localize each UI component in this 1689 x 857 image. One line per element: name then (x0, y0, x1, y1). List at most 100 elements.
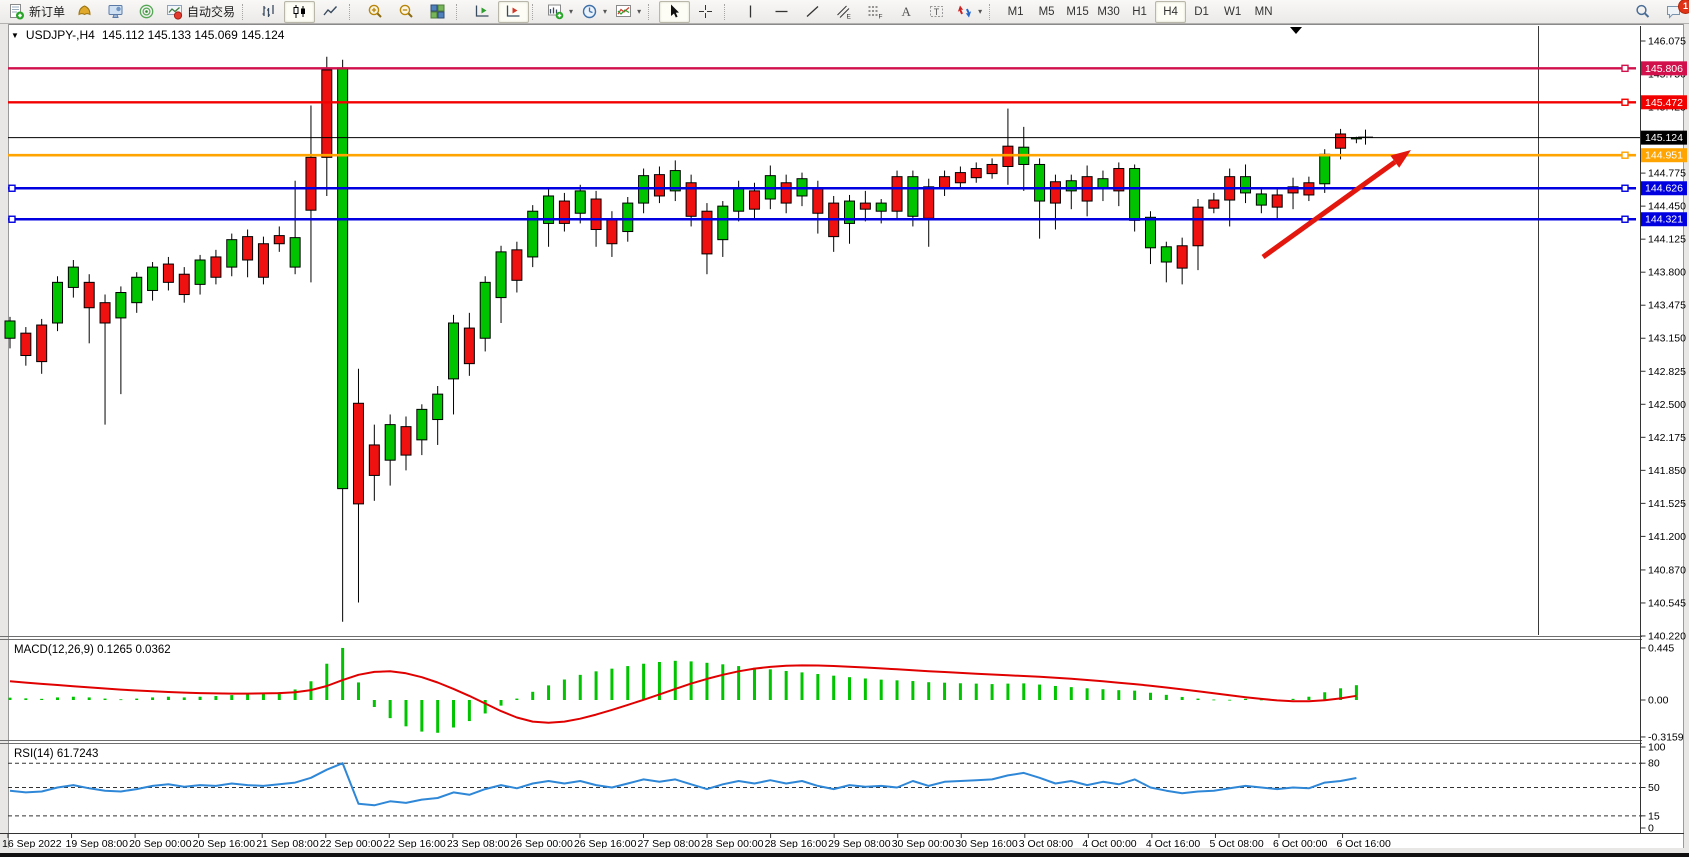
line-handle[interactable] (1622, 65, 1628, 71)
candle-body (195, 260, 205, 284)
equidistant-channel-button[interactable]: E (828, 1, 859, 23)
tester-icon (138, 3, 155, 20)
line-handle[interactable] (9, 216, 15, 222)
cursor-button[interactable] (659, 1, 690, 23)
macd-histogram-bar (436, 700, 439, 733)
chart-symbol-period: USDJPY-,H4 (26, 28, 95, 42)
timeframe-button-m30[interactable]: M30 (1093, 1, 1124, 23)
macd-histogram-bar (1149, 693, 1152, 700)
price-tag-label: 145.806 (1645, 63, 1683, 75)
tile-windows-button[interactable] (422, 1, 453, 23)
candle-body (1145, 217, 1155, 247)
quotes-button[interactable] (69, 1, 100, 23)
price-tick-label: 142.500 (1648, 399, 1686, 411)
chat-button[interactable]: 1 (1658, 1, 1689, 23)
profiles-button[interactable]: ▾ (577, 1, 611, 23)
candle-body (1272, 195, 1282, 207)
candle-body (496, 252, 506, 298)
new-order-button[interactable]: 新订单 (4, 1, 69, 23)
price-tick-label: 143.475 (1648, 300, 1686, 312)
macd-histogram-bar (405, 700, 408, 726)
chart-bars-icon (260, 3, 277, 20)
zoom-out-button[interactable] (391, 1, 422, 23)
macd-histogram-bar (1038, 685, 1041, 700)
candle-body (53, 282, 63, 323)
indicators-icon (615, 3, 632, 20)
macd-histogram-bar (9, 698, 12, 700)
timeframe-button-d1[interactable]: D1 (1186, 1, 1217, 23)
terminal-button[interactable] (100, 1, 131, 23)
text-label-icon: T (928, 3, 945, 20)
fibonacci-button[interactable]: F (859, 1, 890, 23)
macd-histogram-bar (911, 681, 914, 700)
arrows-button[interactable]: ▾ (952, 1, 986, 23)
search-button[interactable] (1627, 1, 1658, 23)
text-label-button[interactable]: T (921, 1, 952, 23)
chart-shift-button[interactable] (498, 1, 529, 23)
timeframe-button-h4[interactable]: H4 (1155, 1, 1186, 23)
timeframe-button-m5[interactable]: M5 (1031, 1, 1062, 23)
macd-histogram-bar (167, 697, 170, 700)
chevron-down-icon: ▾ (569, 7, 573, 16)
candle-body (100, 303, 110, 323)
candle-body (353, 403, 363, 504)
toolbar-separator (724, 4, 731, 20)
price-tick-label: 144.775 (1648, 168, 1686, 180)
zoom-in-button[interactable] (360, 1, 391, 23)
autotrading-button-label: 自动交易 (187, 3, 235, 20)
vertical-line-button[interactable] (735, 1, 766, 23)
bar-chart-button[interactable] (253, 1, 284, 23)
timeframe-button-h1[interactable]: H1 (1124, 1, 1155, 23)
one-click-trading-collapse-icon[interactable]: ▼ (11, 31, 19, 40)
macd-histogram-bar (515, 699, 518, 700)
line-chart-button[interactable] (315, 1, 346, 23)
macd-histogram-bar (610, 669, 613, 700)
macd-histogram-bar (56, 697, 59, 700)
chart-background (0, 24, 1689, 857)
channel-icon: E (835, 3, 852, 20)
macd-histogram-bar (1323, 692, 1326, 700)
auto-scroll-button[interactable] (467, 1, 498, 23)
indicators-button[interactable]: ▾ (611, 1, 645, 23)
candle-body (623, 203, 633, 231)
candle-body (243, 237, 253, 260)
timeframe-button-m1[interactable]: M1 (1000, 1, 1031, 23)
chart-line-icon (322, 3, 339, 20)
timeframe-button-w1[interactable]: W1 (1217, 1, 1248, 23)
timeframe-label: H1 (1132, 6, 1147, 18)
horizontal-line-button[interactable] (766, 1, 797, 23)
candle-body (876, 203, 886, 211)
chart-title[interactable]: ▼ USDJPY-,H4 145.112 145.133 145.069 145… (11, 28, 284, 42)
timeframe-button-mn[interactable]: MN (1248, 1, 1279, 23)
candlestick-chart-button[interactable] (284, 1, 315, 23)
macd-tick-label: 0.445 (1648, 642, 1674, 654)
candle-body (607, 219, 617, 243)
arrows-icon (956, 3, 973, 20)
crosshair-button[interactable] (690, 1, 721, 23)
rsi-tick-label: 100 (1648, 742, 1666, 754)
chart-canvas[interactable]: 146.075145.750145.425145.100144.775144.4… (0, 24, 1689, 857)
line-handle[interactable] (9, 185, 15, 191)
macd-histogram-bar (690, 661, 693, 700)
candle-body (1161, 247, 1171, 262)
rsi-tick-label: 80 (1648, 758, 1660, 770)
auto-scroll-icon (474, 3, 491, 20)
macd-histogram-bar (294, 689, 297, 700)
line-handle[interactable] (1622, 185, 1628, 191)
price-tick-label: 141.200 (1648, 531, 1686, 543)
autotrading-button[interactable]: 自动交易 (162, 1, 239, 23)
text-button[interactable]: A (890, 1, 921, 23)
candle-body (464, 328, 474, 364)
candle-body (1256, 194, 1266, 205)
line-handle[interactable] (1622, 99, 1628, 105)
timeframe-button-m15[interactable]: M15 (1062, 1, 1093, 23)
new-chart-button[interactable]: ▾ (543, 1, 577, 23)
strategy-tester-button[interactable] (131, 1, 162, 23)
svg-text:E: E (847, 14, 852, 21)
trendline-button[interactable] (797, 1, 828, 23)
line-handle[interactable] (1622, 216, 1628, 222)
line-handle[interactable] (1622, 152, 1628, 158)
bottom-black-bar (0, 853, 1689, 857)
macd-histogram-bar (230, 695, 233, 700)
toolbar-separator (349, 4, 356, 20)
